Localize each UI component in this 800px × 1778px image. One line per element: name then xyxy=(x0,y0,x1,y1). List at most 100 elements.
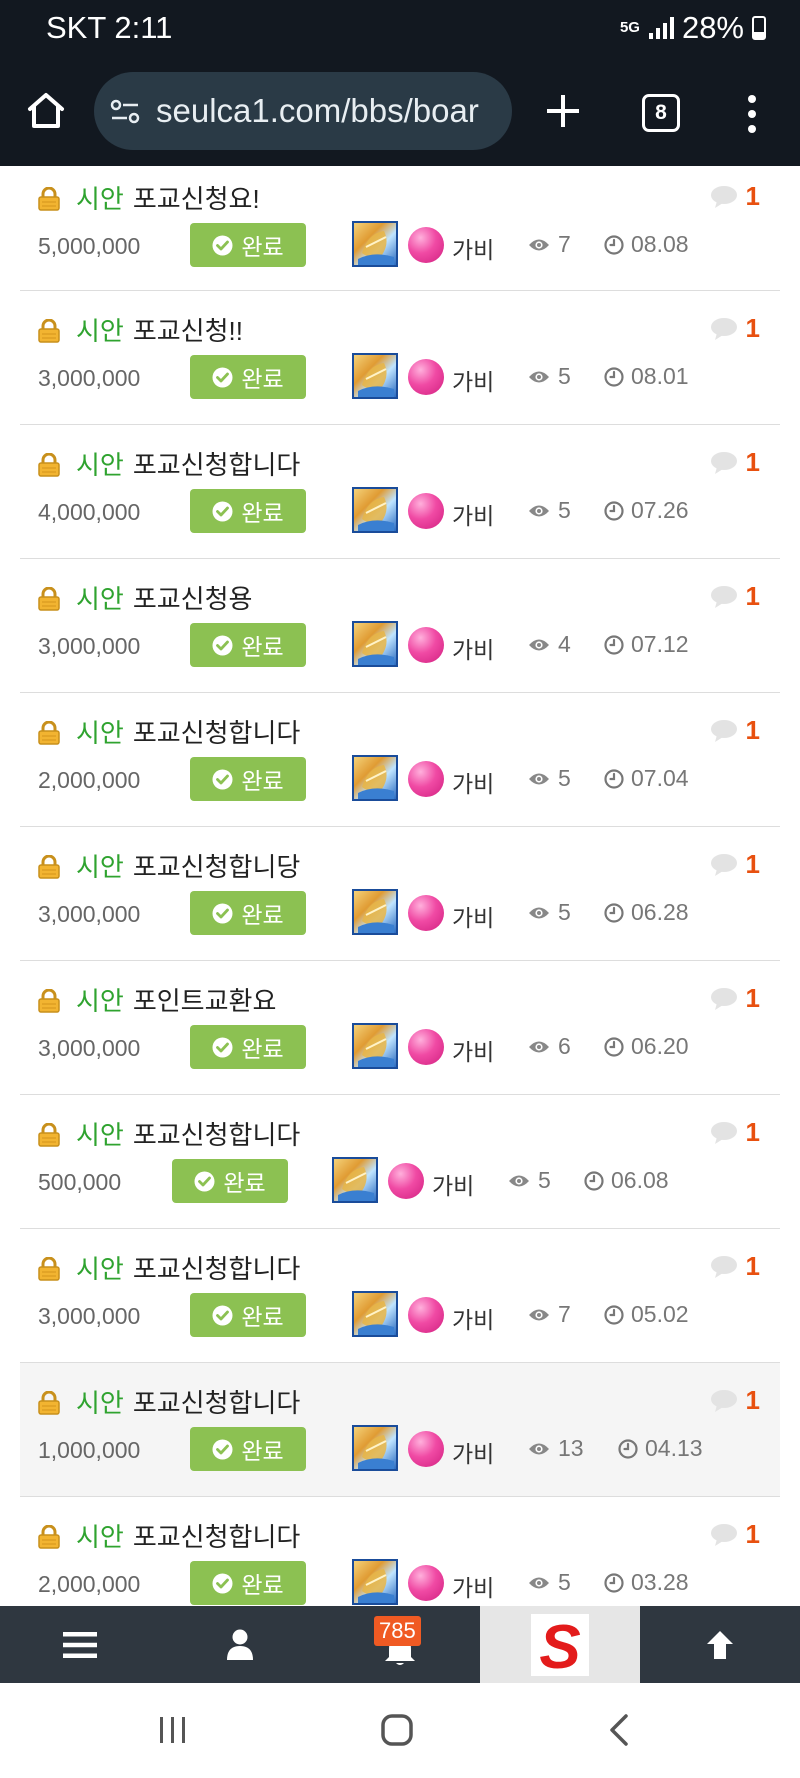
author-name[interactable]: 가비 xyxy=(452,1301,494,1335)
post-title-text[interactable]: 포교신청합니다 xyxy=(133,1388,300,1418)
battery-percent: 28% xyxy=(681,10,744,45)
post-title-text[interactable]: 포인트교환요 xyxy=(133,986,277,1016)
view-count: 5 xyxy=(528,497,571,524)
post-title-row: 시안 포교신청합니다 1 xyxy=(20,1111,780,1151)
post-title-text[interactable]: 포교신청용 xyxy=(133,584,253,614)
post-points: 3,000,000 xyxy=(38,1035,141,1061)
url-text[interactable]: seulca1.com/bbs/boar xyxy=(156,92,479,130)
view-count: 7 xyxy=(528,231,571,258)
avatar[interactable] xyxy=(352,889,398,935)
post-title-text[interactable]: 포교신청요! xyxy=(133,184,260,214)
lock-icon xyxy=(38,1525,60,1549)
clock-icon xyxy=(604,500,624,521)
tab-switcher-button[interactable]: 8 xyxy=(642,94,680,132)
post-title-row: 시안 포교신청합니다 1 xyxy=(20,709,780,749)
post-title[interactable]: 시안 포교신청합니다 xyxy=(76,1249,300,1286)
post-category: 시안 xyxy=(76,986,124,1016)
list-item[interactable]: 시안 포교신청!! 1 3,000,000 완료 가비 5 08.01 xyxy=(20,291,780,425)
author-name[interactable]: 가비 xyxy=(452,1435,494,1469)
list-item[interactable]: 시안 포교신청합니다 1 4,000,000 완료 가비 5 07.26 xyxy=(20,425,780,559)
author-name[interactable]: 가비 xyxy=(452,363,494,397)
check-circle-icon xyxy=(212,635,233,655)
plus-icon[interactable] xyxy=(543,91,583,131)
post-category: 시안 xyxy=(76,718,124,748)
list-item[interactable]: 시안 포교신청합니다 1 1,000,000 완료 가비 13 04.13 xyxy=(20,1363,780,1497)
avatar[interactable] xyxy=(352,353,398,399)
avatar[interactable] xyxy=(352,621,398,667)
post-category: 시안 xyxy=(76,1522,124,1552)
author-name[interactable]: 가비 xyxy=(452,765,494,799)
post-date-value: 03.28 xyxy=(631,1569,689,1595)
post-meta-row: 3,000,000 완료 가비 xyxy=(20,1023,780,1073)
post-title-text[interactable]: 포교신청합니다 xyxy=(133,1522,300,1552)
author-name[interactable]: 가비 xyxy=(452,631,494,665)
back-icon[interactable] xyxy=(608,1713,630,1747)
author-name[interactable]: 가비 xyxy=(452,1033,494,1067)
post-title[interactable]: 시안 포인트교환요 xyxy=(76,981,276,1018)
post-title[interactable]: 시안 포교신청용 xyxy=(76,579,252,616)
avatar[interactable] xyxy=(352,1559,398,1605)
comment-icon xyxy=(710,585,737,608)
clock-icon xyxy=(584,1170,604,1191)
view-count: 5 xyxy=(528,1569,571,1596)
list-item[interactable]: 시안 포교신청요! 1 5,000,000 완료 가비 7 08.08 xyxy=(20,166,780,291)
signal-icon xyxy=(648,17,674,39)
post-title[interactable]: 시안 포교신청요! xyxy=(76,179,260,216)
hamburger-button[interactable] xyxy=(0,1606,160,1683)
site-logo-button[interactable]: S xyxy=(480,1606,640,1683)
post-title-text[interactable]: 포교신청합니다 xyxy=(133,1254,300,1284)
clock-icon xyxy=(604,366,624,387)
author-name[interactable]: 가비 xyxy=(452,899,494,933)
view-count: 5 xyxy=(528,765,571,792)
site-logo: S xyxy=(531,1613,589,1676)
post-title[interactable]: 시안 포교신청합니당 xyxy=(76,847,300,884)
avatar-image xyxy=(358,899,394,933)
post-title-text[interactable]: 포교신청합니당 xyxy=(133,852,300,882)
home-nav-icon[interactable] xyxy=(380,1713,414,1747)
site-bottom-bar: 785 S xyxy=(0,1606,800,1683)
list-item[interactable]: 시안 포교신청용 1 3,000,000 완료 가비 4 07.12 xyxy=(20,559,780,693)
avatar[interactable] xyxy=(352,487,398,533)
comment-indicator: 1 xyxy=(710,1385,760,1416)
post-title[interactable]: 시안 포교신청합니다 xyxy=(76,1383,300,1420)
post-title[interactable]: 시안 포교신청합니다 xyxy=(76,713,300,750)
view-count-value: 5 xyxy=(558,899,571,925)
post-title[interactable]: 시안 포교신청!! xyxy=(76,311,243,348)
comment-icon xyxy=(710,451,737,474)
list-item[interactable]: 시안 포교신청합니당 1 3,000,000 완료 가비 5 06.28 xyxy=(20,827,780,961)
post-date-value: 06.20 xyxy=(631,1033,689,1059)
avatar[interactable] xyxy=(352,1425,398,1471)
author-name[interactable]: 가비 xyxy=(452,497,494,531)
post-title-text[interactable]: 포교신청!! xyxy=(133,316,243,346)
view-count: 4 xyxy=(528,631,571,658)
author-name[interactable]: 가비 xyxy=(452,1569,494,1603)
address-bar[interactable]: seulca1.com/bbs/boar xyxy=(94,72,512,150)
list-item[interactable]: 시안 포교신청합니다 1 3,000,000 완료 가비 7 05.02 xyxy=(20,1229,780,1363)
recents-icon[interactable] xyxy=(158,1715,188,1745)
post-title-text[interactable]: 포교신청합니다 xyxy=(133,450,300,480)
list-item[interactable]: 시안 포교신청합니다 1 500,000 완료 가비 5 06.08 xyxy=(20,1095,780,1229)
post-title-text[interactable]: 포교신청합니다 xyxy=(133,1120,300,1150)
post-title[interactable]: 시안 포교신청합니다 xyxy=(76,445,300,482)
author-name[interactable]: 가비 xyxy=(452,231,494,265)
avatar[interactable] xyxy=(352,755,398,801)
post-title[interactable]: 시안 포교신청합니다 xyxy=(76,1115,300,1152)
list-item[interactable]: 시안 포인트교환요 1 3,000,000 완료 가비 6 06.20 xyxy=(20,961,780,1095)
avatar[interactable] xyxy=(352,1291,398,1337)
site-settings-icon[interactable] xyxy=(110,98,140,126)
list-item[interactable]: 시안 포교신청합니다 1 2,000,000 완료 xyxy=(20,693,780,827)
post-date-value: 05.02 xyxy=(631,1301,689,1327)
menu-icon[interactable] xyxy=(745,94,759,134)
list-item[interactable]: 시안 포교신청합니다 1 2,000,000 완료 xyxy=(20,1497,780,1606)
check-circle-icon xyxy=(212,1305,233,1325)
avatar[interactable] xyxy=(332,1157,378,1203)
user-button[interactable] xyxy=(160,1606,320,1683)
scroll-top-button[interactable] xyxy=(640,1606,800,1683)
post-title-row: 시안 포교신청!! 1 xyxy=(20,307,780,347)
home-icon[interactable] xyxy=(24,88,68,132)
post-title-text[interactable]: 포교신청합니다 xyxy=(133,718,300,748)
avatar[interactable] xyxy=(352,1023,398,1069)
avatar[interactable] xyxy=(352,221,398,267)
post-title[interactable]: 시안 포교신청합니다 xyxy=(76,1517,300,1554)
author-name[interactable]: 가비 xyxy=(432,1167,474,1201)
